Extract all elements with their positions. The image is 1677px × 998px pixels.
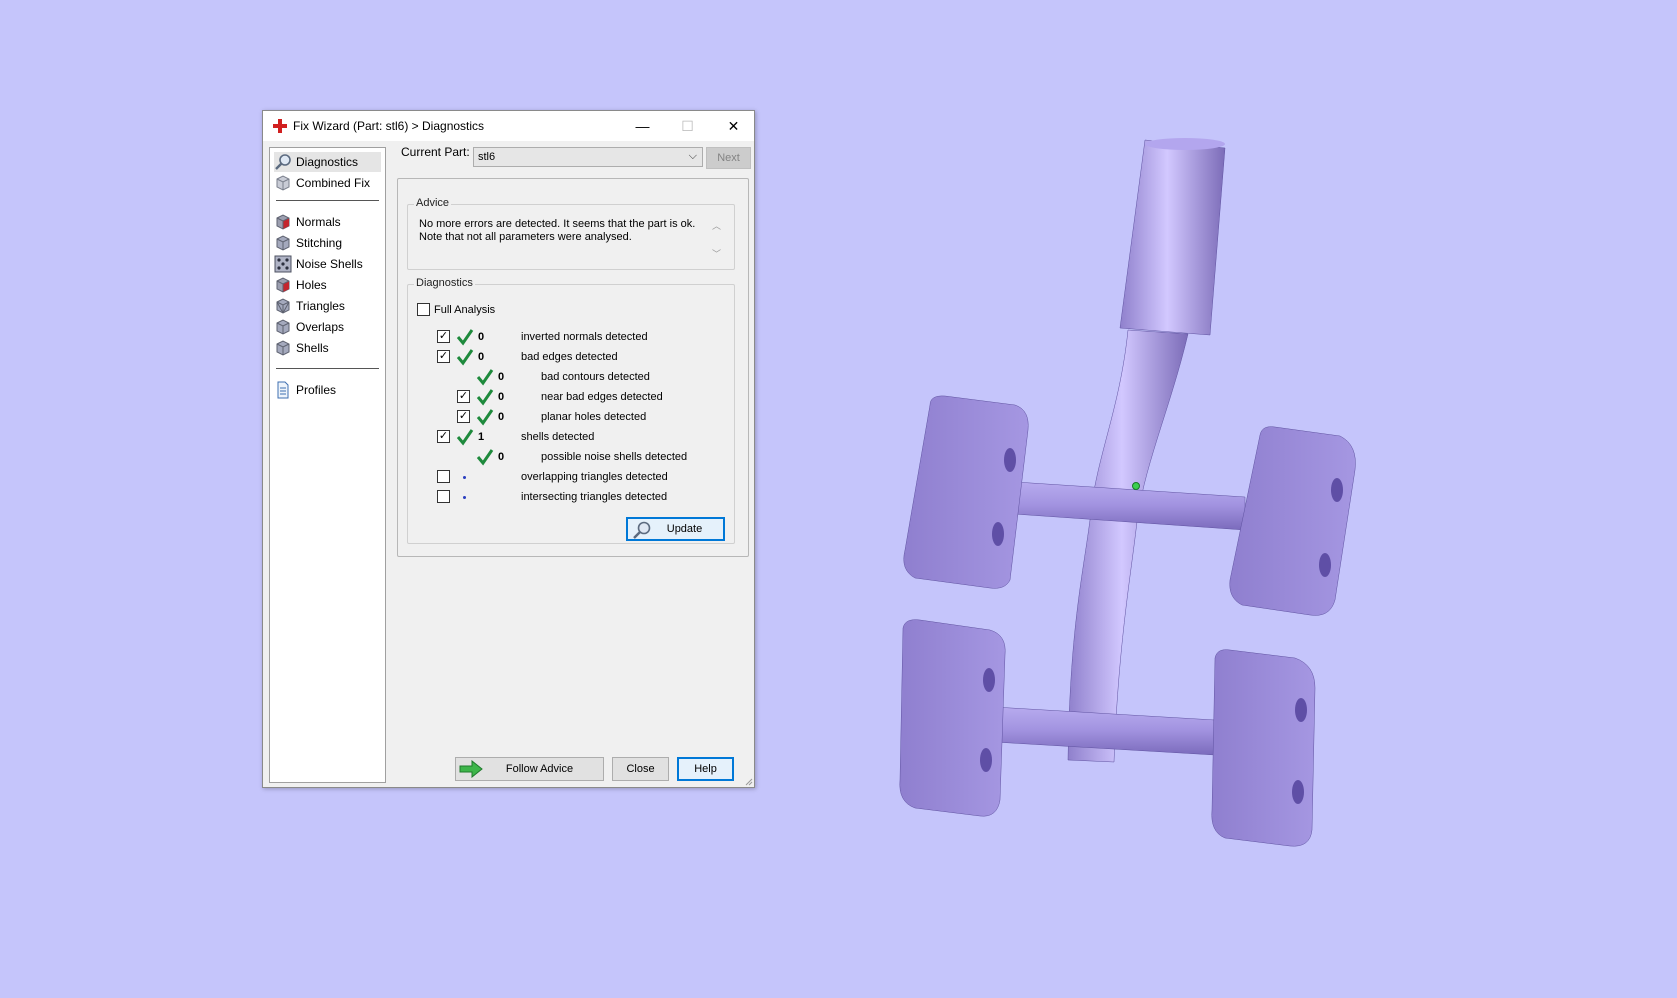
green-check-icon xyxy=(476,369,494,386)
chevron-down-icon: ⌵ xyxy=(688,150,697,162)
diag-checkbox[interactable]: ✓ xyxy=(457,410,470,423)
window-title: Fix Wizard (Part: stl6) > Diagnostics xyxy=(293,119,485,133)
help-button[interactable]: Help xyxy=(677,757,734,781)
3d-model-viewport[interactable] xyxy=(870,130,1370,860)
sidebar-item-overlaps[interactable]: Overlaps xyxy=(274,317,381,337)
diag-checkbox[interactable]: ✓ xyxy=(437,350,450,363)
nav-divider xyxy=(276,200,379,201)
current-part-label: Current Part: xyxy=(401,145,470,159)
cube-red-icon xyxy=(276,214,290,230)
green-check-icon xyxy=(476,389,494,406)
current-part-select[interactable]: stl6 ⌵ xyxy=(473,147,703,167)
minimize-button[interactable]: — xyxy=(620,111,665,141)
triangle-mesh-icon xyxy=(276,298,290,314)
red-cross-icon xyxy=(273,119,287,133)
cube-icon xyxy=(276,319,290,335)
follow-advice-button[interactable]: Follow Advice xyxy=(455,757,604,781)
diag-checkbox[interactable]: ✓ xyxy=(437,330,450,343)
resize-grip-icon[interactable] xyxy=(743,776,753,786)
sidebar-item-diagnostics[interactable]: Diagnostics xyxy=(274,152,381,172)
cube-red-icon xyxy=(276,277,290,293)
diag-label: intersecting triangles detected xyxy=(521,491,668,503)
diag-label: bad contours detected xyxy=(541,371,650,383)
scroll-up-icon[interactable]: ︿ xyxy=(712,219,721,232)
diag-label: shells detected xyxy=(521,431,595,443)
sidebar-nav: Diagnostics Combined Fix Normals Stitchi… xyxy=(269,147,386,783)
green-check-icon xyxy=(476,449,494,466)
diagnostics-group: Diagnostics Full Analysis ✓ 0 inverted n… xyxy=(407,277,735,544)
cube-icon xyxy=(276,175,290,191)
advice-group: Advice No more errors are detected. It s… xyxy=(407,197,735,270)
green-check-icon xyxy=(476,409,494,426)
diag-count: 0 xyxy=(498,391,505,403)
close-button[interactable]: Close xyxy=(612,757,669,781)
sidebar-item-stitching[interactable]: Stitching xyxy=(274,233,381,253)
diag-label: overlapping triangles detected xyxy=(521,471,668,483)
title-bar[interactable]: Fix Wizard (Part: stl6) > Diagnostics — … xyxy=(263,111,754,141)
update-button[interactable]: Update xyxy=(626,517,725,541)
full-analysis-label: Full Analysis xyxy=(434,304,496,316)
advice-text: No more errors are detected. It seems th… xyxy=(419,218,696,243)
pending-dot-icon xyxy=(463,496,466,499)
document-icon xyxy=(277,381,289,399)
diag-count: 1 xyxy=(478,431,485,443)
sidebar-item-holes[interactable]: Holes xyxy=(274,275,381,295)
sidebar-item-triangles[interactable]: Triangles xyxy=(274,296,381,316)
diag-checkbox[interactable]: ✓ xyxy=(457,390,470,403)
cube-icon xyxy=(276,340,290,356)
fix-wizard-window: Fix Wizard (Part: stl6) > Diagnostics — … xyxy=(262,110,755,788)
pending-dot-icon xyxy=(463,476,466,479)
next-button[interactable]: Next xyxy=(706,147,751,169)
diag-checkbox[interactable] xyxy=(437,470,450,483)
close-window-button[interactable]: ✕ xyxy=(711,111,756,141)
diagnostics-title: Diagnostics xyxy=(414,277,475,289)
sidebar-item-shells[interactable]: Shells xyxy=(274,338,381,358)
sidebar-item-combined-fix[interactable]: Combined Fix xyxy=(274,173,381,193)
sidebar-item-profiles[interactable]: Profiles xyxy=(274,380,381,400)
cube-icon xyxy=(276,235,290,251)
dice-icon xyxy=(274,255,292,273)
diag-label: near bad edges detected xyxy=(541,391,663,403)
magnifier-icon xyxy=(275,154,291,170)
nav-divider xyxy=(276,368,379,369)
sidebar-item-normals[interactable]: Normals xyxy=(274,212,381,232)
diag-count: 0 xyxy=(478,351,485,363)
diagnostics-panel: Advice No more errors are detected. It s… xyxy=(397,178,749,557)
cart-model xyxy=(899,138,1356,847)
maximize-button[interactable]: ☐ xyxy=(665,111,710,141)
magnifier-icon xyxy=(633,521,651,539)
diag-count: 0 xyxy=(478,331,485,343)
green-check-icon xyxy=(456,349,474,366)
sidebar-item-noise-shells[interactable]: Noise Shells xyxy=(274,254,381,274)
diag-label: bad edges detected xyxy=(521,351,618,363)
diag-count: 0 xyxy=(498,371,505,383)
diag-checkbox[interactable] xyxy=(437,490,450,503)
full-analysis-checkbox[interactable] xyxy=(417,303,430,316)
diag-label: inverted normals detected xyxy=(521,331,648,343)
diag-checkbox[interactable]: ✓ xyxy=(437,430,450,443)
diag-label: possible noise shells detected xyxy=(541,451,688,463)
diag-count: 0 xyxy=(498,411,505,423)
diag-label: planar holes detected xyxy=(541,411,647,423)
green-arrow-icon xyxy=(459,760,483,778)
advice-title: Advice xyxy=(414,197,452,209)
diag-count: 0 xyxy=(498,451,505,463)
green-check-icon xyxy=(456,329,474,346)
green-check-icon xyxy=(456,429,474,446)
scroll-down-icon[interactable]: ﹀ xyxy=(712,247,721,260)
